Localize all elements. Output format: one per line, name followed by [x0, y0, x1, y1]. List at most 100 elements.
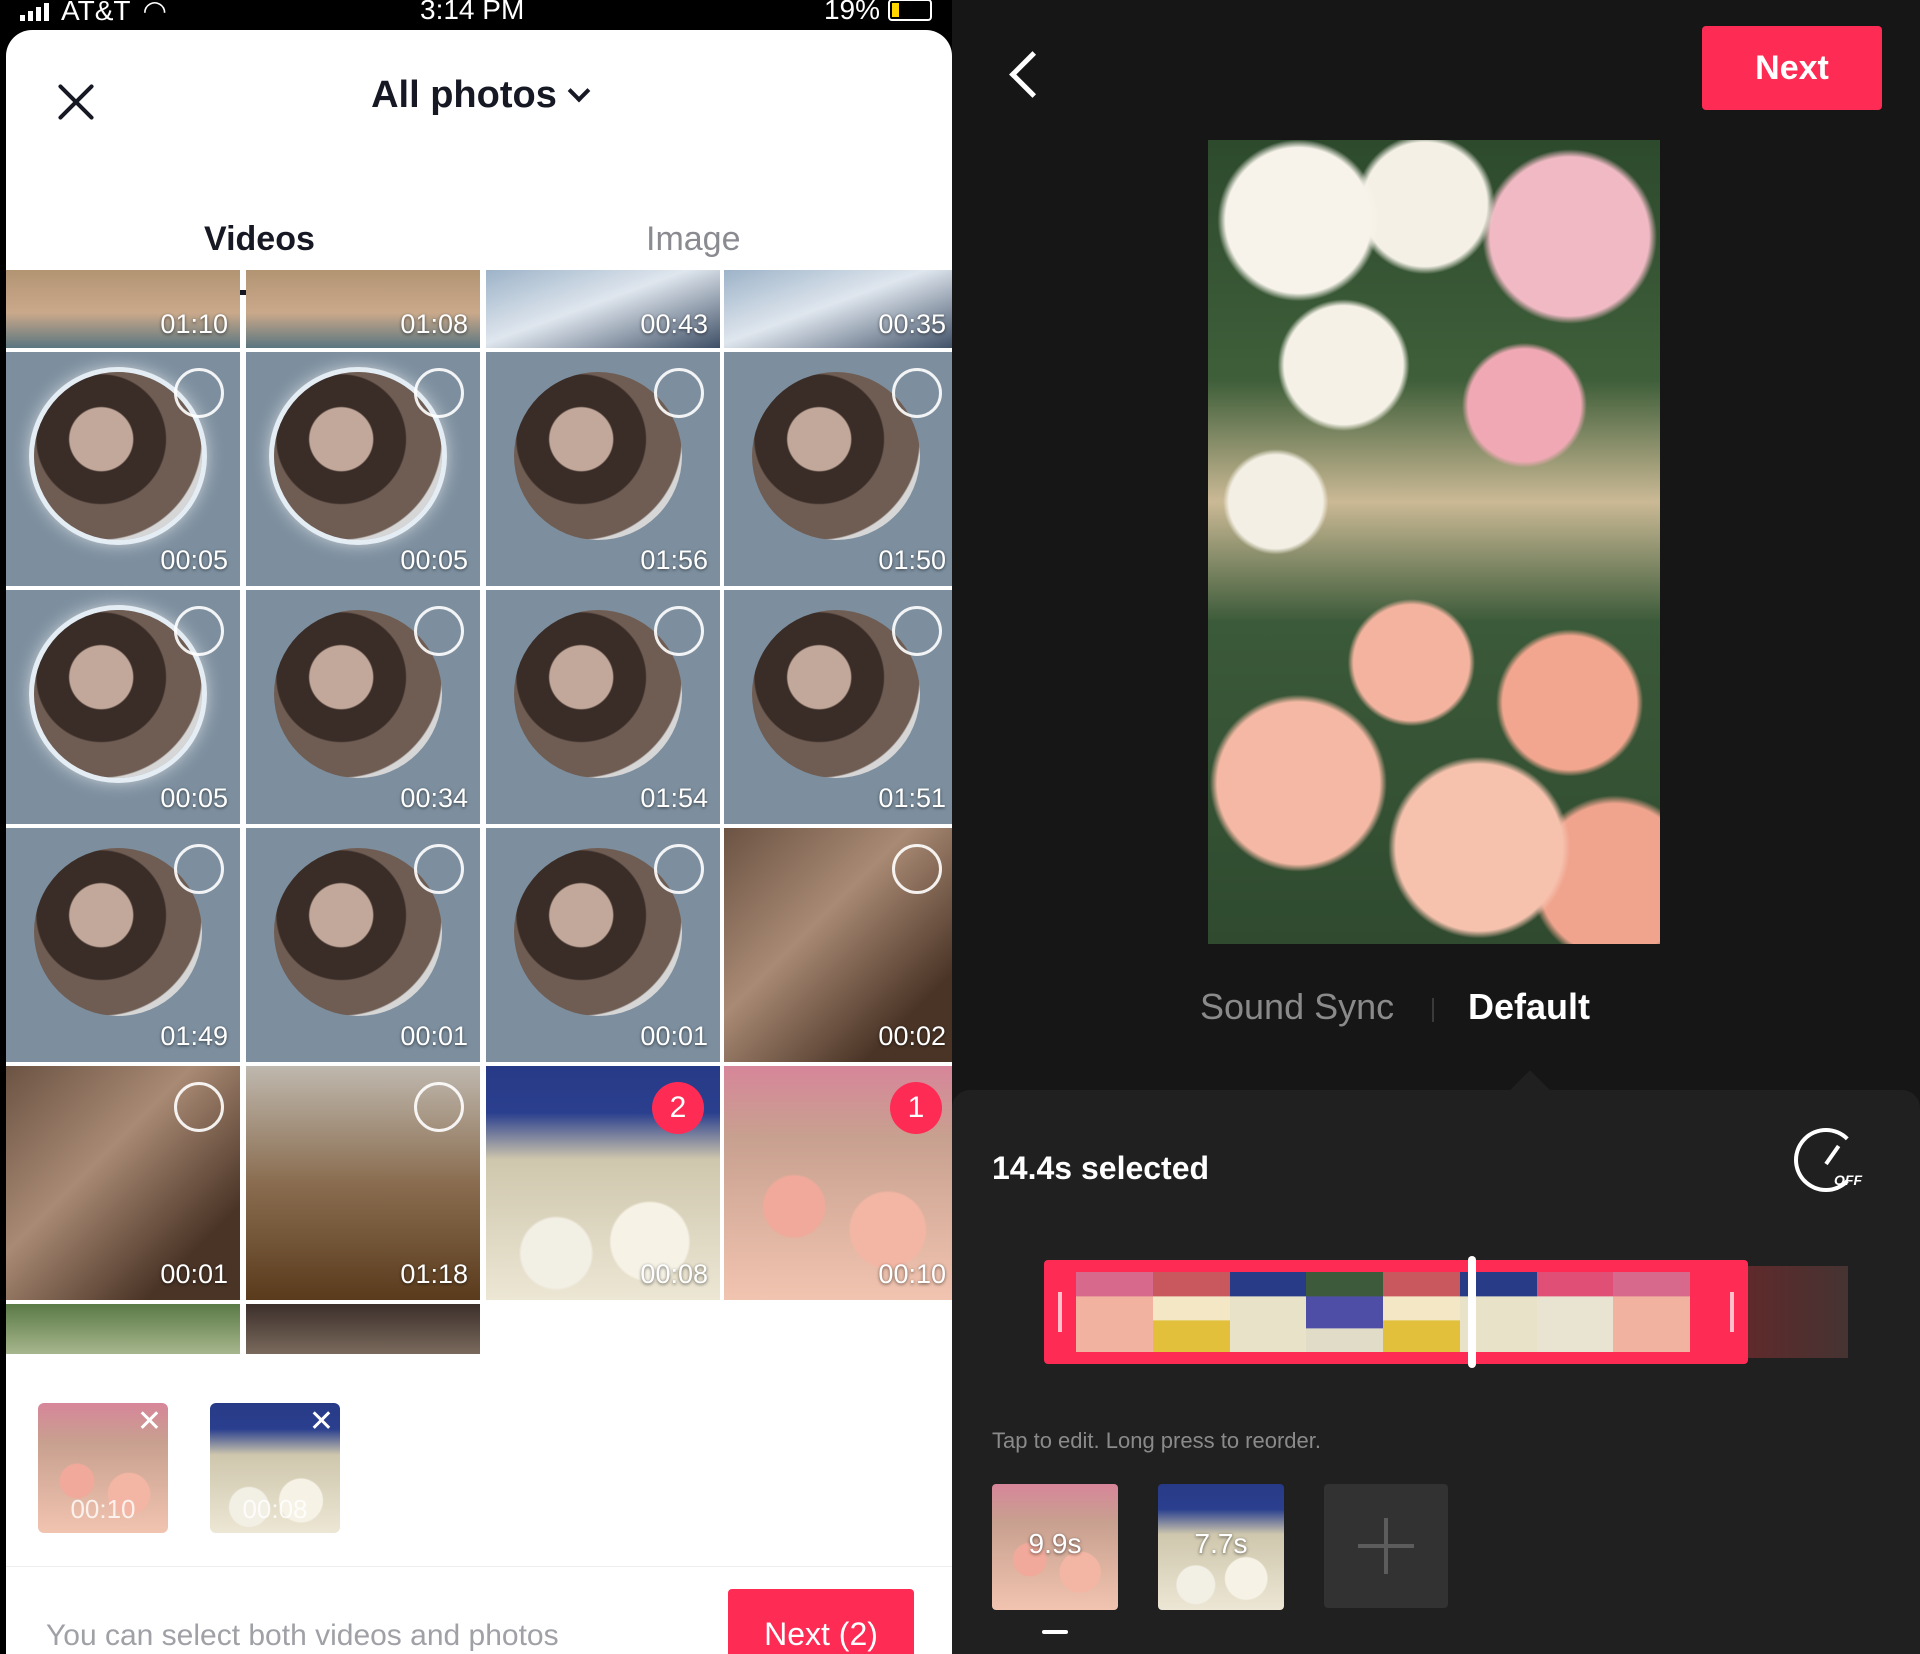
select-circle-icon[interactable] [174, 1082, 224, 1132]
timeline-frame [1613, 1272, 1690, 1352]
media-thumbnail[interactable]: 00:01 [486, 828, 720, 1062]
media-grid: 01:10 01:08 00:43 00:35 00:05 00:05 01:56 01:50… [6, 270, 952, 1370]
select-circle-icon[interactable] [414, 368, 464, 418]
media-thumbnail[interactable]: 01:18 [246, 1066, 480, 1300]
media-thumbnail[interactable]: 00:34 [246, 590, 480, 824]
video-duration: 01:54 [640, 783, 708, 813]
editor-next-button[interactable]: Next [1702, 26, 1882, 110]
media-thumbnail[interactable]: 00:01 [246, 828, 480, 1062]
clock: 3:14 PM [420, 0, 525, 25]
clip-thumbnail[interactable]: 9.9s [992, 1484, 1118, 1610]
video-duration: 01:10 [160, 309, 228, 339]
select-circle-icon[interactable] [892, 606, 942, 656]
selected-item-duration: 00:10 [70, 1494, 136, 1524]
editor-screen: Next Sound Sync Default 14.4s selected O… [952, 0, 1920, 1654]
select-circle-icon[interactable] [414, 1082, 464, 1132]
tab-image[interactable]: Image [646, 220, 741, 259]
trim-timeline[interactable] [1044, 1256, 1748, 1368]
video-duration: 00:10 [878, 1259, 946, 1289]
speed-off-label: OFF [1834, 1172, 1862, 1188]
video-duration: 01:18 [400, 1259, 468, 1289]
timeline-frame [1306, 1272, 1383, 1352]
video-duration: 01:49 [160, 1021, 228, 1051]
select-circle-icon[interactable] [654, 844, 704, 894]
remove-icon[interactable]: ✕ [137, 1407, 162, 1437]
media-thumbnail[interactable]: 01:08 [246, 270, 480, 348]
carrier-group: AT&T ◠ [20, 0, 167, 27]
album-selector[interactable]: All photos [6, 74, 952, 117]
select-circle-icon[interactable] [892, 844, 942, 894]
media-thumbnail[interactable] [6, 1304, 240, 1354]
media-thumbnail[interactable]: 01:50 [724, 352, 952, 586]
media-thumbnail[interactable] [246, 1304, 480, 1354]
media-thumbnail[interactable]: 01:54 [486, 590, 720, 824]
clip-duration: 9.9s [1028, 1528, 1082, 1559]
selection-number-badge[interactable]: 2 [652, 1082, 704, 1134]
mode-sound-sync[interactable]: Sound Sync [1200, 986, 1394, 1028]
media-thumbnail[interactable]: 01:10 [6, 270, 240, 348]
media-thumbnail[interactable]: 00:43 [486, 270, 720, 348]
select-circle-icon[interactable] [892, 368, 942, 418]
add-clip-button[interactable] [1324, 1484, 1448, 1608]
video-duration: 00:05 [400, 545, 468, 575]
signal-icon [20, 1, 49, 21]
clip-thumbnail[interactable]: 7.7s [1158, 1484, 1284, 1610]
edit-hint: Tap to edit. Long press to reorder. [992, 1428, 1321, 1453]
clip-duration: 7.7s [1194, 1528, 1248, 1559]
video-duration: 01:56 [640, 545, 708, 575]
battery-level [892, 3, 899, 17]
media-thumbnail[interactable]: 00:05 [246, 352, 480, 586]
carrier-name: AT&T [61, 0, 131, 26]
selection-number-badge[interactable]: 1 [890, 1082, 942, 1134]
remove-icon[interactable]: ✕ [309, 1407, 334, 1437]
select-circle-icon[interactable] [654, 606, 704, 656]
media-thumbnail[interactable]: 01:49 [6, 828, 240, 1062]
select-circle-icon[interactable] [174, 844, 224, 894]
timeline-frames [1076, 1272, 1690, 1352]
wifi-icon: ◠ [142, 0, 167, 26]
video-preview[interactable] [1208, 140, 1660, 944]
video-duration: 00:05 [160, 783, 228, 813]
timeline-frame [1536, 1272, 1614, 1352]
playhead[interactable] [1468, 1256, 1476, 1368]
timeline-unselected [1748, 1266, 1848, 1358]
select-circle-icon[interactable] [174, 368, 224, 418]
mode-default[interactable]: Default [1468, 986, 1590, 1028]
media-thumbnail[interactable]: 2 00:08 [486, 1066, 720, 1300]
select-circle-icon[interactable] [174, 606, 224, 656]
timeline-frame [1076, 1272, 1153, 1352]
media-thumbnail[interactable]: 00:01 [6, 1066, 240, 1300]
timeline-frame [1229, 1272, 1307, 1352]
media-thumbnail[interactable]: 00:02 [724, 828, 952, 1062]
video-duration: 01:50 [878, 545, 946, 575]
media-thumbnail[interactable]: 1 00:10 [724, 1066, 952, 1300]
tab-videos[interactable]: Videos [204, 220, 315, 259]
panel-pointer [1510, 1070, 1550, 1110]
video-duration: 00:01 [160, 1259, 228, 1289]
selected-item[interactable]: ✕ 00:08 [210, 1403, 340, 1533]
select-circle-icon[interactable] [414, 844, 464, 894]
select-circle-icon[interactable] [414, 606, 464, 656]
selected-tray: ✕ 00:10 ✕ 00:08 [6, 1370, 952, 1550]
video-duration: 00:08 [640, 1259, 708, 1289]
media-thumbnail[interactable]: 00:35 [724, 270, 952, 348]
trim-handle-left[interactable] [1058, 1292, 1062, 1332]
selection-hint: You can select both videos and photos [46, 1619, 559, 1652]
battery-percent: 19% [823, 0, 880, 25]
media-thumbnail[interactable]: 01:56 [486, 352, 720, 586]
next-button[interactable]: Next (2) [728, 1589, 914, 1654]
back-icon[interactable] [1002, 44, 1054, 104]
selected-item-duration: 00:08 [242, 1494, 308, 1524]
selected-item[interactable]: ✕ 00:10 [38, 1403, 168, 1533]
video-duration: 01:08 [400, 309, 468, 339]
select-circle-icon[interactable] [654, 368, 704, 418]
media-thumbnail[interactable]: 00:05 [6, 352, 240, 586]
video-duration: 00:02 [878, 1021, 946, 1051]
chevron-down-icon [567, 79, 591, 103]
media-thumbnail[interactable]: 01:51 [724, 590, 952, 824]
battery-icon [888, 0, 932, 21]
timeline-frame [1383, 1272, 1460, 1352]
video-duration: 00:34 [400, 783, 468, 813]
media-thumbnail[interactable]: 00:05 [6, 590, 240, 824]
trim-handle-right[interactable] [1730, 1292, 1734, 1332]
